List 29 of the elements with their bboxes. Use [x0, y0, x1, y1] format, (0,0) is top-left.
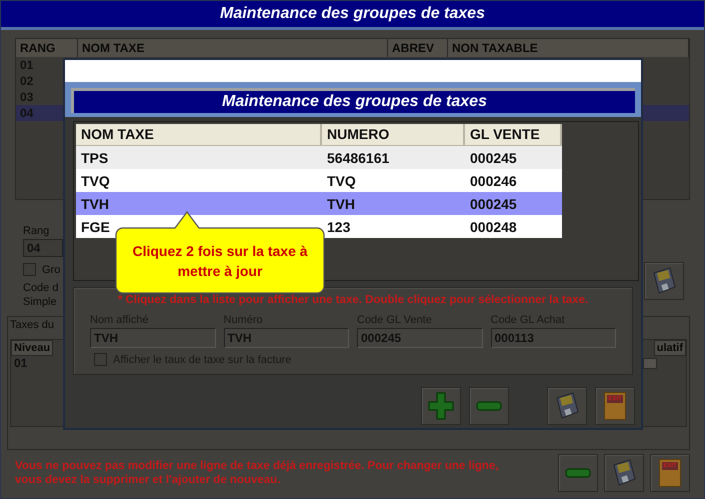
checkbox[interactable] — [94, 353, 107, 366]
callout-text: Cliquez 2 fois sur la taxe à mettre à jour — [131, 242, 309, 281]
column-header: RANG — [16, 39, 78, 57]
add-button[interactable] — [421, 387, 461, 425]
column-header: Niveau — [11, 340, 54, 356]
dialog-title: Maintenance des groupes de taxes — [71, 88, 635, 113]
column-header: NOM TAXE — [78, 39, 388, 57]
column-header: ABREV — [388, 39, 448, 57]
remove-button[interactable] — [558, 454, 598, 492]
plus-icon — [428, 392, 454, 420]
column-header[interactable]: GL VENTE — [465, 124, 562, 146]
save-button[interactable] — [604, 454, 644, 492]
save-button[interactable] — [547, 387, 587, 425]
checkbox[interactable] — [23, 263, 36, 276]
save-button[interactable] — [644, 262, 684, 300]
warning-message: Vous ne pouvez pas modifier une ligne de taxe déjà enregistrée. Pour changer une ligne, vous devez la supprimer et l'ajouter de nouveau. — [15, 459, 500, 487]
table-row[interactable]: TVQ TVQ 000246 — [76, 169, 562, 192]
column-header: NON TAXABLE — [448, 39, 689, 57]
minus-icon — [565, 468, 591, 478]
remove-button[interactable] — [469, 387, 509, 425]
minus-icon — [476, 401, 502, 411]
table-row[interactable]: TVH TVH 000245 — [76, 192, 562, 215]
window-title: Maintenance des groupes de taxes — [1, 1, 704, 30]
hint-text: * Cliquez dans la liste pour afficher une taxe. Double cliquez pour sélectionner la taxe. — [116, 294, 590, 306]
column-header: ulatif — [654, 340, 686, 356]
column-header[interactable]: NOM TAXE — [76, 124, 322, 146]
checkbox[interactable] — [643, 358, 657, 368]
column-header[interactable]: NUMERO — [322, 124, 465, 146]
table-row[interactable]: TPS 56486161 000245 — [76, 146, 562, 169]
